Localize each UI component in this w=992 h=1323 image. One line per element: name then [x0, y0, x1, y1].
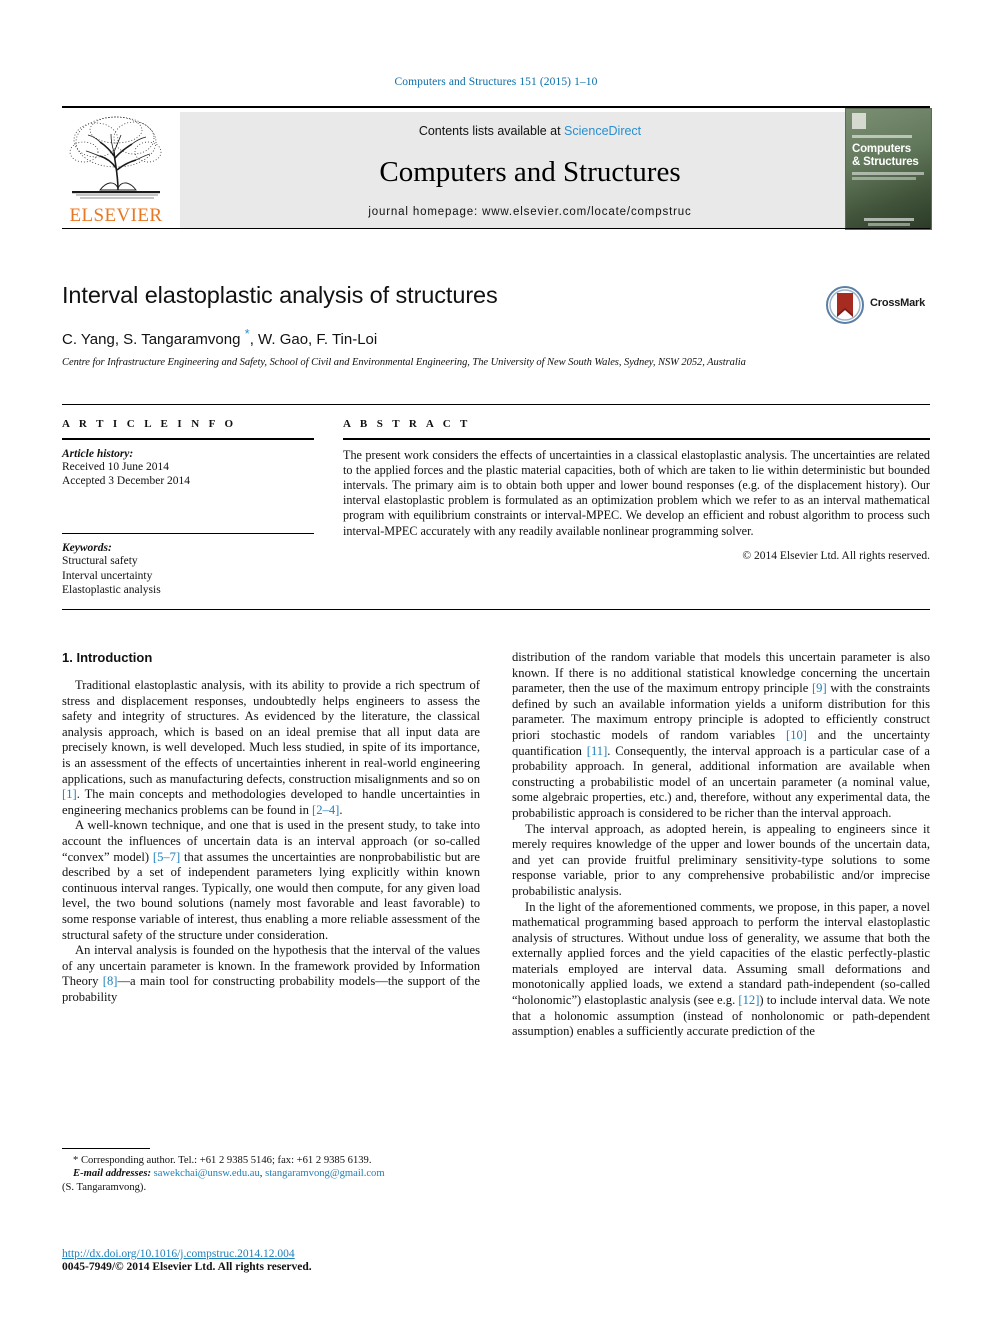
issn-copyright-line: 0045-7949/© 2014 Elsevier Ltd. All right…: [62, 1261, 312, 1273]
footnote-block: * Corresponding author. Tel.: +61 2 9385…: [62, 1148, 480, 1194]
crossmark-badge[interactable]: CrossMark: [826, 284, 930, 328]
authors-trailing: , W. Gao, F. Tin-Loi: [249, 331, 378, 348]
article-info-column: A R T I C L E I N F O Article history: R…: [62, 418, 314, 598]
article-history-label: Article history:: [62, 447, 134, 460]
email-addresses-note: E-mail addresses: sawekchai@unsw.edu.au,…: [62, 1167, 480, 1180]
citation-link[interactable]: [12]: [738, 993, 759, 1007]
citation-link[interactable]: [1]: [62, 787, 77, 801]
citation-link[interactable]: [2–4]: [312, 803, 339, 817]
corresponding-author-note: * Corresponding author. Tel.: +61 2 9385…: [73, 1155, 372, 1166]
citation-link[interactable]: [5–7]: [153, 850, 180, 864]
journal-cover-thumbnail: Computers & Structures: [845, 108, 932, 230]
email-addresses-label: E-mail addresses:: [73, 1168, 151, 1180]
elsevier-logo: ELSEVIER: [62, 112, 170, 228]
body-column-left: 1. Introduction Traditional elastoplasti…: [62, 650, 480, 1005]
affiliation: Centre for Infrastructure Engineering an…: [62, 357, 746, 368]
citation-link[interactable]: [11]: [587, 744, 608, 758]
masthead-center-band: Contents lists available at ScienceDirec…: [180, 112, 880, 228]
author-list: C. Yang, S. Tangaramvong *, W. Gao, F. T…: [62, 326, 930, 348]
page-title: Interval elastoplastic analysis of struc…: [62, 282, 498, 308]
running-head: Computers and Structures 151 (2015) 1–10: [394, 76, 598, 88]
contents-lists-line: Contents lists available at ScienceDirec…: [180, 124, 880, 138]
article-info-rule: [62, 438, 314, 440]
article-title-block: Interval elastoplastic analysis of struc…: [62, 282, 930, 368]
body-paragraph: distribution of the random variable that…: [512, 650, 931, 820]
doi-link[interactable]: http://dx.doi.org/10.1016/j.compstruc.20…: [62, 1248, 492, 1260]
journal-title: Computers and Structures: [379, 156, 681, 188]
body-paragraph: Traditional elastoplastic analysis, with…: [62, 678, 480, 817]
elsevier-tree-icon: [66, 112, 166, 204]
authors-leading: C. Yang, S. Tangaramvong: [62, 331, 245, 348]
citation-link[interactable]: [8]: [103, 974, 118, 988]
abstract-column: A B S T R A C T The present work conside…: [343, 418, 930, 562]
masthead-bottom-rule: [62, 228, 930, 229]
article-received-date: Received 10 June 2014: [62, 460, 169, 473]
cover-subtitle-bar-1: [852, 172, 924, 175]
elsevier-wordmark: ELSEVIER: [69, 205, 163, 226]
email-owner-note: (S. Tangaramvong).: [62, 1181, 147, 1193]
body-paragraph: The interval approach, as adopted herein…: [512, 821, 930, 898]
keywords-label: Keywords:: [62, 542, 112, 554]
cover-elsevier-mark-icon: [852, 113, 866, 129]
cover-tagline-bar: [852, 135, 912, 138]
body-column-right: distribution of the random variable that…: [512, 650, 930, 1040]
email-separator: ,: [259, 1168, 263, 1180]
crossmark-label: CrossMark: [870, 297, 926, 309]
right-column-paragraphs: distribution of the random variable that…: [512, 650, 930, 1040]
keyword-item: Interval uncertainty: [62, 569, 153, 582]
section-heading-introduction: 1. Introduction: [62, 650, 153, 665]
cover-title-line2: & Structures: [852, 156, 919, 168]
body-paragraph: An interval analysis is founded on the h…: [62, 943, 481, 1004]
contents-prefix: Contents lists available at: [418, 124, 565, 138]
cover-subtitle-bar-2: [852, 177, 916, 180]
doi-block: http://dx.doi.org/10.1016/j.compstruc.20…: [62, 1248, 492, 1273]
masthead-top-rule: [62, 106, 930, 108]
body-paragraph: A well-known technique, and one that is …: [62, 818, 481, 942]
cover-footer-bar-2: [868, 223, 910, 226]
email-link-1[interactable]: sawekchai@unsw.edu.au: [154, 1168, 260, 1179]
keyword-item: Elastoplastic analysis: [62, 584, 161, 596]
citation-link[interactable]: [9]: [812, 681, 827, 695]
keyword-item: Structural safety: [62, 555, 138, 567]
cover-journal-title: Computers & Structures: [852, 143, 928, 169]
journal-article-page: Computers and Structures 151 (2015) 1–10: [0, 0, 992, 1323]
cover-footer-bar-1: [864, 218, 914, 221]
crossmark-icon: [826, 286, 864, 324]
journal-masthead: ELSEVIER Contents lists available at Sci…: [62, 106, 932, 230]
body-paragraph: In the light of the aforementioned comme…: [512, 899, 931, 1039]
email-link-2[interactable]: stangaramvong@gmail.com: [265, 1168, 385, 1179]
abstract-text: The present work considers the effects o…: [343, 447, 930, 538]
article-accepted-date: Accepted 3 December 2014: [62, 475, 191, 487]
abstract-copyright: © 2014 Elsevier Ltd. All rights reserved…: [742, 549, 930, 562]
article-info-heading: A R T I C L E I N F O: [62, 418, 237, 430]
panel-top-rule: [62, 404, 930, 405]
citation-link[interactable]: [10]: [786, 728, 807, 742]
panel-bottom-rule: [62, 609, 930, 610]
left-column-paragraphs: Traditional elastoplastic analysis, with…: [62, 678, 480, 1005]
journal-homepage-line[interactable]: journal homepage: www.elsevier.com/locat…: [180, 206, 880, 218]
abstract-heading: A B S T R A C T: [343, 418, 471, 430]
cover-title-line1: Computers: [852, 143, 911, 155]
footnote-rule: [62, 1148, 150, 1149]
abstract-rule: [343, 438, 930, 440]
keywords-rule: [62, 532, 314, 534]
sciencedirect-link[interactable]: ScienceDirect: [564, 124, 641, 138]
